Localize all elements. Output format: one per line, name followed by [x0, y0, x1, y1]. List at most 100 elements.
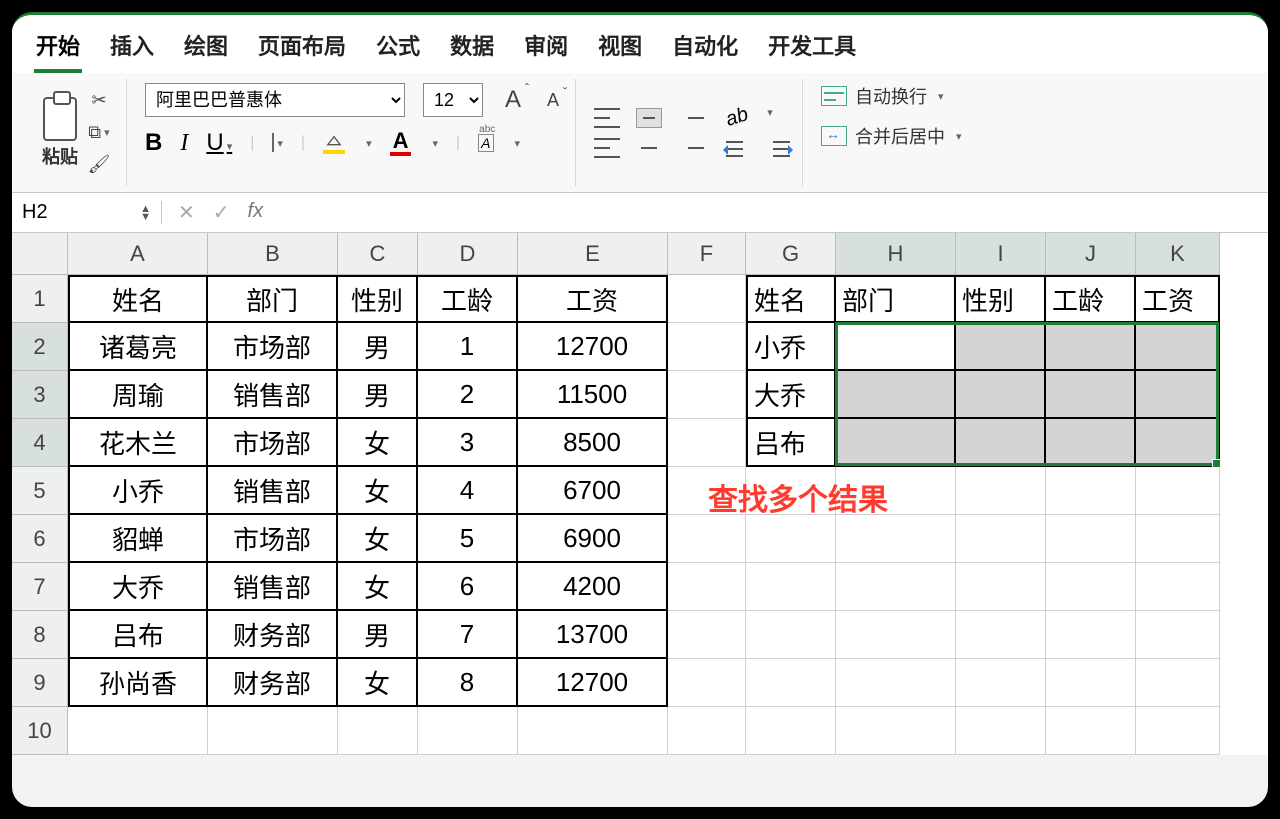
cell-E2[interactable]: 12700 [518, 323, 668, 371]
increase-indent-icon[interactable] [766, 139, 790, 159]
cell-A3[interactable]: 周瑜 [68, 371, 208, 419]
cell-K8[interactable] [1136, 611, 1220, 659]
cell-K5[interactable] [1136, 467, 1220, 515]
row-header-2[interactable]: 2 [12, 323, 68, 371]
cell-K10[interactable] [1136, 707, 1220, 755]
cell-A2[interactable]: 诸葛亮 [68, 323, 208, 371]
name-box[interactable]: H2 ▲▼ [12, 201, 162, 224]
fx-icon[interactable]: fx [248, 200, 264, 225]
cell-D9[interactable]: 8 [418, 659, 518, 707]
cell-D8[interactable]: 7 [418, 611, 518, 659]
cell-E6[interactable]: 6900 [518, 515, 668, 563]
cell-I8[interactable] [956, 611, 1046, 659]
col-header-C[interactable]: C [338, 233, 418, 275]
cell-I4[interactable] [956, 419, 1046, 467]
cell-H10[interactable] [836, 707, 956, 755]
cell-F3[interactable] [668, 371, 746, 419]
tab-4[interactable]: 公式 [374, 25, 422, 73]
cell-E8[interactable]: 13700 [518, 611, 668, 659]
col-header-E[interactable]: E [518, 233, 668, 275]
cell-E10[interactable] [518, 707, 668, 755]
cell-J5[interactable] [1046, 467, 1136, 515]
align-middle-icon[interactable] [636, 108, 662, 128]
cell-K1[interactable]: 工资 [1136, 275, 1220, 323]
cell-B5[interactable]: 销售部 [208, 467, 338, 515]
tab-3[interactable]: 页面布局 [256, 25, 348, 73]
font-color-button[interactable]: A [390, 130, 412, 156]
cell-D10[interactable] [418, 707, 518, 755]
cell-C7[interactable]: 女 [338, 563, 418, 611]
cell-E4[interactable]: 8500 [518, 419, 668, 467]
font-size-select[interactable]: 12 [423, 83, 483, 117]
tab-7[interactable]: 视图 [596, 25, 644, 73]
row-header-10[interactable]: 10 [12, 707, 68, 755]
cell-H1[interactable]: 部门 [836, 275, 956, 323]
cell-E7[interactable]: 4200 [518, 563, 668, 611]
col-header-G[interactable]: G [746, 233, 836, 275]
font-family-select[interactable]: 阿里巴巴普惠体 [145, 83, 405, 117]
row-header-1[interactable]: 1 [12, 275, 68, 323]
cell-F10[interactable] [668, 707, 746, 755]
decrease-font-icon[interactable]: Aˇ [543, 88, 563, 113]
cell-A4[interactable]: 花木兰 [68, 419, 208, 467]
cell-J1[interactable]: 工龄 [1046, 275, 1136, 323]
cell-I9[interactable] [956, 659, 1046, 707]
phonetic-guide-button[interactable]: A [478, 134, 493, 152]
cell-G3[interactable]: 大乔 [746, 371, 836, 419]
align-bottom-icon[interactable] [678, 108, 704, 128]
underline-button[interactable]: U▾ [206, 129, 232, 157]
col-header-A[interactable]: A [68, 233, 208, 275]
tab-5[interactable]: 数据 [448, 25, 496, 73]
cell-B2[interactable]: 市场部 [208, 323, 338, 371]
cell-K6[interactable] [1136, 515, 1220, 563]
cell-B9[interactable]: 财务部 [208, 659, 338, 707]
tab-6[interactable]: 审阅 [522, 25, 570, 73]
copy-icon[interactable]: ⧉▾ [84, 121, 114, 145]
fill-color-button[interactable] [323, 132, 345, 154]
tab-0[interactable]: 开始 [34, 25, 82, 73]
cell-H9[interactable] [836, 659, 956, 707]
cell-F6[interactable] [668, 515, 746, 563]
tab-1[interactable]: 插入 [108, 25, 156, 73]
cell-G6[interactable] [746, 515, 836, 563]
cell-E1[interactable]: 工资 [518, 275, 668, 323]
cell-F8[interactable] [668, 611, 746, 659]
cell-B3[interactable]: 销售部 [208, 371, 338, 419]
cell-C2[interactable]: 男 [338, 323, 418, 371]
row-header-8[interactable]: 8 [12, 611, 68, 659]
paste-button[interactable]: 粘贴 [42, 143, 78, 169]
cell-J6[interactable] [1046, 515, 1136, 563]
cell-I2[interactable] [956, 323, 1046, 371]
cell-J3[interactable] [1046, 371, 1136, 419]
cell-A5[interactable]: 小乔 [68, 467, 208, 515]
cell-I7[interactable] [956, 563, 1046, 611]
cell-F4[interactable] [668, 419, 746, 467]
cell-C1[interactable]: 性别 [338, 275, 418, 323]
cell-K2[interactable] [1136, 323, 1220, 371]
cell-F9[interactable] [668, 659, 746, 707]
cell-F7[interactable] [668, 563, 746, 611]
cell-I10[interactable] [956, 707, 1046, 755]
cell-A6[interactable]: 貂蝉 [68, 515, 208, 563]
cell-B7[interactable]: 销售部 [208, 563, 338, 611]
cell-C6[interactable]: 女 [338, 515, 418, 563]
cell-A1[interactable]: 姓名 [68, 275, 208, 323]
cell-I1[interactable]: 性别 [956, 275, 1046, 323]
cell-C5[interactable]: 女 [338, 467, 418, 515]
cell-F2[interactable] [668, 323, 746, 371]
align-left-icon[interactable] [594, 138, 620, 158]
align-right-icon[interactable] [678, 138, 704, 158]
cell-C9[interactable]: 女 [338, 659, 418, 707]
decrease-indent-icon[interactable] [726, 139, 750, 159]
cell-D2[interactable]: 1 [418, 323, 518, 371]
enter-icon[interactable]: ✓ [213, 200, 230, 225]
row-header-6[interactable]: 6 [12, 515, 68, 563]
cell-C3[interactable]: 男 [338, 371, 418, 419]
cut-icon[interactable]: ✂ [84, 89, 114, 113]
col-header-B[interactable]: B [208, 233, 338, 275]
cell-B6[interactable]: 市场部 [208, 515, 338, 563]
merge-center-button[interactable]: 合并后居中▾ [821, 123, 962, 149]
cell-G2[interactable]: 小乔 [746, 323, 836, 371]
cell-G9[interactable] [746, 659, 836, 707]
cell-C8[interactable]: 男 [338, 611, 418, 659]
